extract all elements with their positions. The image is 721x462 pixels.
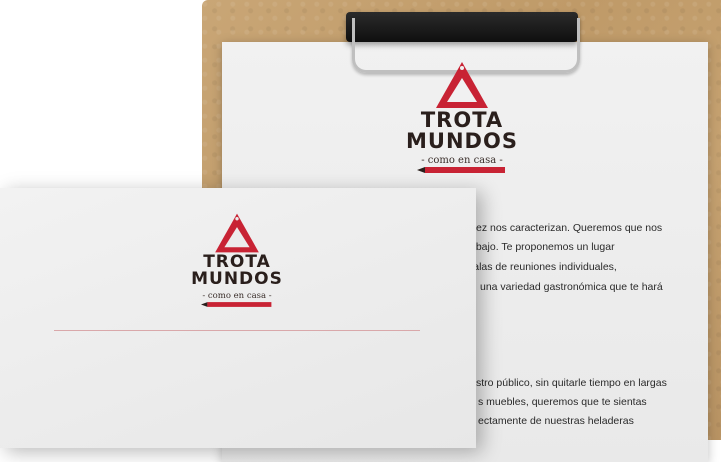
text-line: una variedad gastronómica que te hará <box>480 281 663 293</box>
triangle-logo-icon <box>436 62 488 108</box>
front-logo: TROTA MUNDOS - como en casa - <box>184 212 290 308</box>
header-divider <box>54 330 420 331</box>
tagline: - como en casa - <box>202 291 272 301</box>
brand-line-2: MUNDOS <box>406 129 518 153</box>
text-line: s muebles, queremos que te sientas <box>478 396 647 408</box>
back-logo: TROTA MUNDOS - como en casa - <box>398 60 526 174</box>
pencil-icon <box>417 167 505 173</box>
text-line: ectamente de nuestras heladeras <box>478 415 634 427</box>
text-line: salas de reuniones individuales, <box>468 261 617 273</box>
text-line: stro público, sin quitarle tiempo en lar… <box>476 377 667 389</box>
brand-line-2: MUNDOS <box>191 269 283 289</box>
tagline: - como en casa - <box>421 155 503 166</box>
triangle-logo-icon <box>215 213 259 253</box>
pencil-icon <box>201 302 272 307</box>
text-line: ez nos caracterizan. Queremos que nos <box>476 222 663 234</box>
text-line: abajo. Te proponemos un lugar <box>470 241 615 253</box>
brand-line-1: TROTA <box>420 108 504 132</box>
